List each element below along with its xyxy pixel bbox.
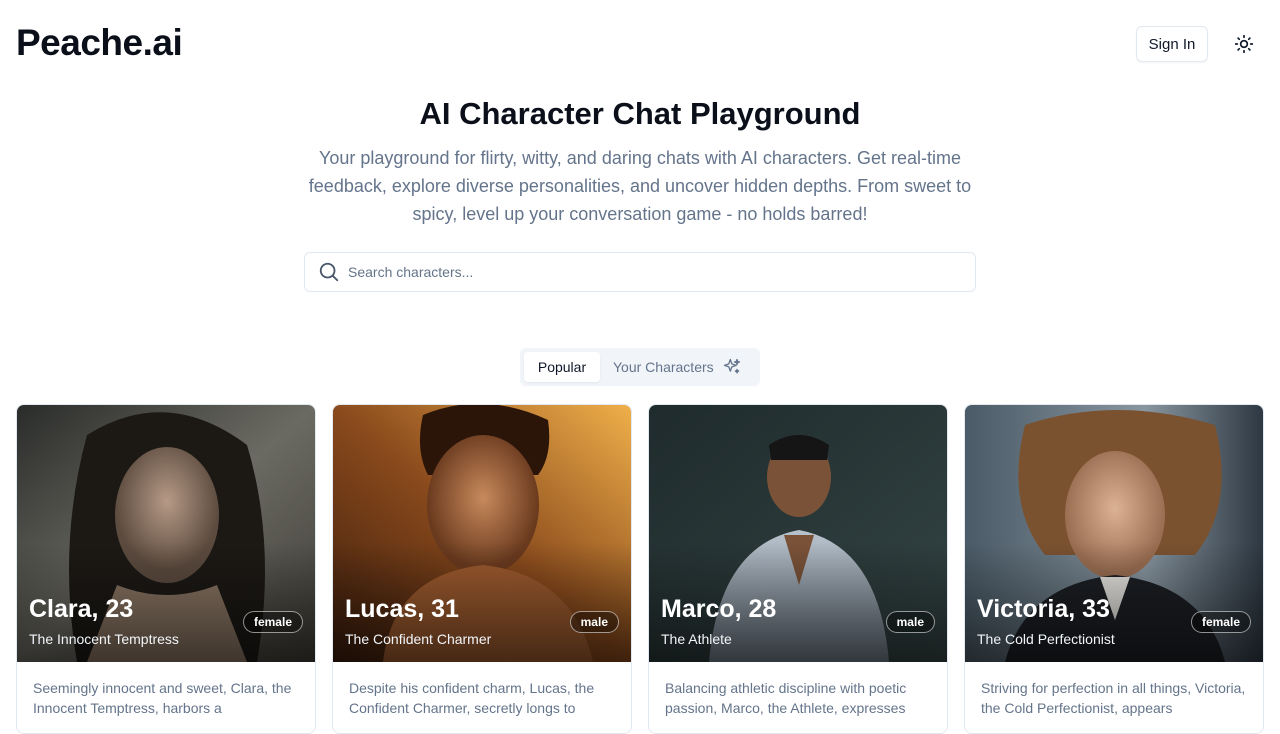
sparkles-icon [722, 357, 742, 377]
character-role: The Athlete [661, 631, 732, 647]
character-card-marco[interactable]: Marco, 28 The Athlete male Balancing ath… [648, 404, 948, 734]
character-photo: Victoria, 33 The Cold Perfectionist fema… [965, 405, 1263, 662]
character-description: Balancing athletic discipline with poeti… [665, 680, 907, 716]
gender-badge: male [569, 611, 619, 633]
character-name: Clara, 23 [29, 595, 134, 623]
character-description: Seemingly innocent and sweet, Clara, the… [33, 680, 292, 716]
character-card-clara[interactable]: Clara, 23 The Innocent Temptress female … [16, 404, 316, 734]
page-subtitle: Your playground for flirty, witty, and d… [308, 148, 972, 224]
character-photo: Clara, 23 The Innocent Temptress female [17, 405, 315, 662]
gender-badge: female [242, 611, 303, 633]
header: Peache.ai Sign In [0, 0, 1280, 88]
character-photo: Marco, 28 The Athlete male [649, 405, 947, 662]
character-role: The Cold Perfectionist [977, 631, 1115, 647]
character-name: Victoria, 33 [977, 595, 1110, 623]
character-grid: Clara, 23 The Innocent Temptress female … [16, 404, 1264, 734]
tab-popular[interactable]: Popular [524, 352, 600, 382]
logo[interactable]: Peache.ai [16, 22, 183, 64]
character-photo: Lucas, 31 The Confident Charmer male [333, 405, 631, 662]
character-role: The Innocent Temptress [29, 631, 179, 647]
character-role: The Confident Charmer [345, 631, 492, 647]
character-name: Marco, 28 [661, 595, 777, 623]
theme-toggle-button[interactable] [1228, 28, 1260, 60]
page-title: AI Character Chat Playground [419, 96, 861, 131]
gender-badge: male [885, 611, 935, 633]
tab-your-characters-label: Your Characters [613, 359, 714, 375]
character-card-victoria[interactable]: Victoria, 33 The Cold Perfectionist fema… [964, 404, 1264, 734]
character-description: Despite his confident charm, Lucas, the … [349, 680, 595, 716]
tab-list: Popular Your Characters [520, 348, 760, 386]
tab-your-characters[interactable]: Your Characters [600, 352, 742, 382]
character-name: Lucas, 31 [345, 595, 459, 623]
character-card-lucas[interactable]: Lucas, 31 The Confident Charmer male Des… [332, 404, 632, 734]
sun-icon [1234, 34, 1254, 54]
character-description: Striving for perfection in all things, V… [981, 680, 1246, 716]
sign-in-button[interactable]: Sign In [1136, 26, 1208, 62]
search-icon [318, 261, 340, 283]
search-input[interactable] [348, 253, 975, 291]
gender-badge: female [1190, 611, 1251, 633]
search-bar [304, 252, 976, 292]
